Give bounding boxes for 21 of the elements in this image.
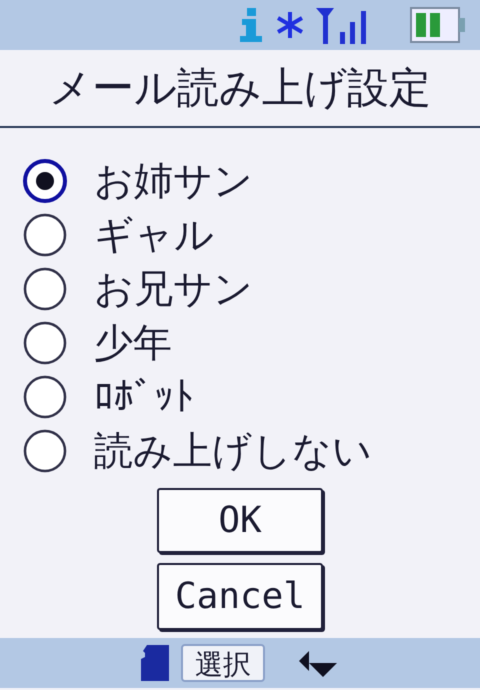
cancel-button[interactable]: Cancel xyxy=(157,563,323,630)
battery-icon xyxy=(410,6,466,44)
radio-button[interactable] xyxy=(22,212,68,258)
radio-button[interactable] xyxy=(22,374,68,420)
option-label: お姉サン xyxy=(94,158,253,206)
radio-button[interactable] xyxy=(22,428,68,474)
memory-card-icon xyxy=(141,645,169,681)
option-label: ギャル xyxy=(94,212,214,260)
signal-icon xyxy=(316,6,368,44)
asterisk-icon xyxy=(276,11,304,39)
screen-title: メール読み上げ設定 xyxy=(0,50,480,128)
option-label: 読み上げしない xyxy=(94,428,372,476)
info-icon xyxy=(238,8,264,42)
radio-button[interactable] xyxy=(22,266,68,312)
option-label: お兄サン xyxy=(94,266,253,314)
radio-button[interactable] xyxy=(22,320,68,366)
radio-button[interactable] xyxy=(22,158,68,204)
option-label: 少年 xyxy=(94,320,172,368)
ok-button[interactable]: OK xyxy=(157,488,323,553)
select-softkey[interactable]: 選択 xyxy=(181,644,265,682)
option-label: ﾛﾎﾞｯﾄ xyxy=(94,374,194,420)
